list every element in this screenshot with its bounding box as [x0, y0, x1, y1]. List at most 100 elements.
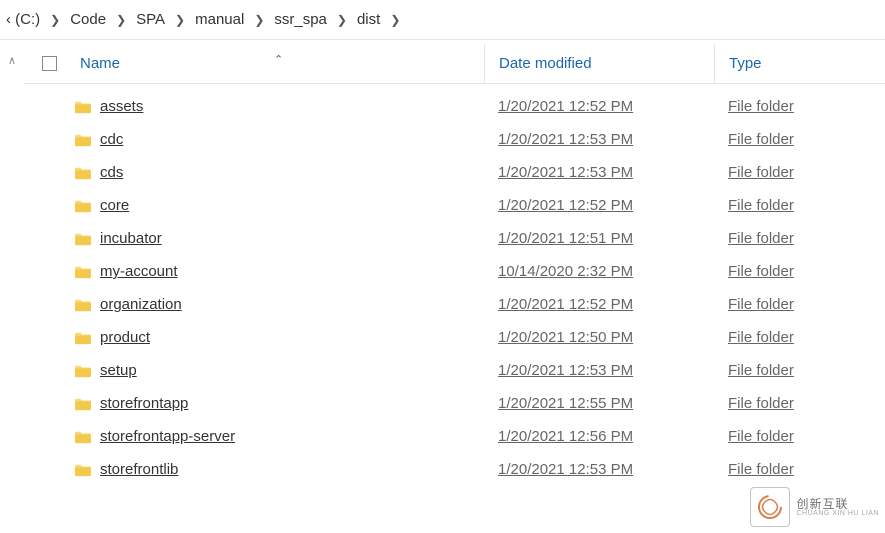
row-date-cell: 1/20/2021 12:53 PM — [484, 362, 714, 379]
file-type-text: File folder — [728, 98, 794, 115]
watermark-logo-icon — [750, 487, 790, 527]
column-header-name[interactable]: Name ⌃ — [74, 55, 484, 72]
column-header-type[interactable]: Type — [714, 44, 885, 83]
breadcrumb-item[interactable]: ‹ (C:) — [0, 9, 46, 30]
row-date-cell: 1/20/2021 12:52 PM — [484, 296, 714, 313]
row-icon-cell — [74, 265, 100, 279]
row-type-cell: File folder — [714, 296, 885, 313]
folder-icon — [74, 298, 92, 312]
sort-ascending-icon: ⌃ — [274, 53, 283, 66]
breadcrumb-item[interactable]: dist — [351, 9, 386, 30]
file-row[interactable]: setup1/20/2021 12:53 PMFile folder — [24, 354, 885, 387]
row-date-cell: 1/20/2021 12:52 PM — [484, 98, 714, 115]
row-type-cell: File folder — [714, 98, 885, 115]
folder-name-link[interactable]: core — [100, 197, 129, 214]
file-type-text: File folder — [728, 428, 794, 445]
file-row[interactable]: product1/20/2021 12:50 PMFile folder — [24, 321, 885, 354]
folder-name-link[interactable]: cds — [100, 164, 123, 181]
folder-name-link[interactable]: storefrontapp — [100, 395, 188, 412]
date-modified-text: 1/20/2021 12:53 PM — [498, 461, 633, 478]
breadcrumb-item[interactable]: manual — [189, 9, 250, 30]
date-modified-text: 1/20/2021 12:51 PM — [498, 230, 633, 247]
row-icon-cell — [74, 397, 100, 411]
row-name-cell: organization — [100, 296, 484, 313]
file-row[interactable]: incubator 1/20/2021 12:51 PM File folder — [24, 222, 885, 255]
chevron-right-icon[interactable]: ❯ — [112, 13, 130, 27]
row-type-cell: File folder — [714, 230, 885, 247]
file-row[interactable]: cds 1/20/2021 12:53 PM File folder — [24, 156, 885, 189]
watermark-text: 创新互联 CHUANG XIN HU LIAN — [796, 498, 879, 517]
breadcrumb-item[interactable]: SPA — [130, 9, 171, 30]
row-name-cell: assets — [100, 98, 484, 115]
breadcrumb-label: ssr_spa — [274, 11, 327, 28]
file-row[interactable]: storefrontlib 1/20/2021 12:53 PM File fold… — [24, 453, 885, 486]
file-list-pane: Name ⌃ Date modified Type assets 1/20/202… — [24, 40, 885, 533]
content-area: ∧ Name ⌃ Date modified Type assets 1/20/2… — [0, 40, 885, 533]
file-row[interactable]: core1/20/2021 12:52 PMFile folder — [24, 189, 885, 222]
column-header-name-label: Name — [80, 55, 120, 72]
select-all-checkbox[interactable] — [42, 56, 57, 71]
row-icon-cell — [74, 298, 100, 312]
row-name-cell: my-account — [100, 263, 484, 280]
row-date-cell: 1/20/2021 12:55 PM — [484, 395, 714, 412]
chevron-right-icon[interactable]: ❯ — [386, 13, 404, 27]
folder-icon — [74, 232, 92, 246]
folder-name-link[interactable]: storefrontapp-server — [100, 428, 235, 445]
file-row[interactable]: storefrontapp-server 1/20/2021 12:56 PM Fi… — [24, 420, 885, 453]
file-type-text: File folder — [728, 131, 794, 148]
folder-name-link[interactable]: organization — [100, 296, 182, 313]
row-date-cell: 1/20/2021 12:51 PM — [484, 230, 714, 247]
folder-name-link[interactable]: setup — [100, 362, 137, 379]
row-icon-cell — [74, 166, 100, 180]
file-row[interactable]: organization 1/20/2021 12:52 PM File folde… — [24, 288, 885, 321]
folder-name-link[interactable]: product — [100, 329, 150, 346]
row-name-cell: incubator — [100, 230, 484, 247]
row-name-cell: setup — [100, 362, 484, 379]
chevron-right-icon[interactable]: ❯ — [171, 13, 189, 27]
row-date-cell: 1/20/2021 12:53 PM — [484, 164, 714, 181]
folder-name-link[interactable]: cdc — [100, 131, 123, 148]
row-date-cell: 1/20/2021 12:50 PM — [484, 329, 714, 346]
file-list: assets 1/20/2021 12:52 PM File folder cdc 1/… — [24, 84, 885, 486]
select-all-cell — [24, 56, 74, 71]
folder-name-link[interactable]: incubator — [100, 230, 162, 247]
folder-name-link[interactable]: my-account — [100, 263, 178, 280]
folder-icon — [74, 430, 92, 444]
row-type-cell: File folder — [714, 131, 885, 148]
file-row[interactable]: my-account10/14/2020 2:32 PMFile folder — [24, 255, 885, 288]
row-name-cell: core — [100, 197, 484, 214]
file-row[interactable]: assets 1/20/2021 12:52 PM File folder — [24, 90, 885, 123]
caret-up-icon[interactable]: ∧ — [8, 54, 16, 533]
date-modified-text: 1/20/2021 12:56 PM — [498, 428, 633, 445]
chevron-right-icon[interactable]: ❯ — [46, 13, 64, 27]
navigation-pane-edge: ∧ — [0, 40, 24, 533]
folder-name-link[interactable]: assets — [100, 98, 143, 115]
column-header-date[interactable]: Date modified — [484, 44, 714, 83]
date-modified-text: 1/20/2021 12:50 PM — [498, 329, 633, 346]
file-type-text: File folder — [728, 197, 794, 214]
breadcrumb-item[interactable]: Code — [64, 9, 112, 30]
chevron-right-icon[interactable]: ❯ — [333, 13, 351, 27]
file-type-text: File folder — [728, 296, 794, 313]
row-icon-cell — [74, 232, 100, 246]
folder-name-link[interactable]: storefrontlib — [100, 461, 178, 478]
date-modified-text: 1/20/2021 12:53 PM — [498, 164, 633, 181]
folder-icon — [74, 364, 92, 378]
file-type-text: File folder — [728, 395, 794, 412]
file-row[interactable]: storefrontapp 1/20/2021 12:55 PM File fold… — [24, 387, 885, 420]
chevron-right-icon[interactable]: ❯ — [250, 13, 268, 27]
row-name-cell: storefrontapp — [100, 395, 484, 412]
row-name-cell: cdc — [100, 131, 484, 148]
row-icon-cell — [74, 463, 100, 477]
row-name-cell: storefrontapp-server — [100, 428, 484, 445]
folder-icon — [74, 199, 92, 213]
row-date-cell: 1/20/2021 12:53 PM — [484, 461, 714, 478]
row-type-cell: File folder — [714, 461, 885, 478]
breadcrumb-item[interactable]: ssr_spa — [268, 9, 333, 30]
date-modified-text: 1/20/2021 12:53 PM — [498, 131, 633, 148]
date-modified-text: 1/20/2021 12:55 PM — [498, 395, 633, 412]
breadcrumb: ‹ (C:) ❯ Code ❯ SPA ❯ manual ❯ ssr_spa ❯… — [0, 0, 885, 40]
file-row[interactable]: cdc 1/20/2021 12:53 PM File folder — [24, 123, 885, 156]
date-modified-text: 1/20/2021 12:52 PM — [498, 296, 633, 313]
file-type-text: File folder — [728, 164, 794, 181]
